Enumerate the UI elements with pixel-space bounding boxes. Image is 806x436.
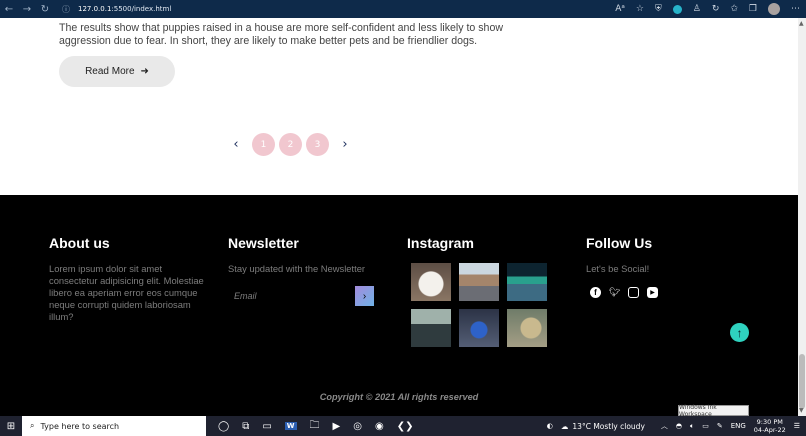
volume-icon[interactable]: 🔈︎ (690, 422, 694, 431)
footer-instagram: Instagram (407, 235, 557, 347)
notifications-icon[interactable]: ☰ (794, 422, 800, 430)
media-player-icon[interactable]: ▶ (333, 421, 341, 432)
battery-icon[interactable]: ▭ (702, 422, 709, 430)
edge-icon[interactable]: ◎ (353, 421, 362, 432)
weather-text: 13°C Mostly cloudy (572, 421, 645, 431)
instagram-photo[interactable] (459, 309, 499, 347)
instagram-photo[interactable] (411, 263, 451, 301)
scroll-down-icon[interactable]: ▼ (799, 407, 804, 414)
windows-taskbar: ⊞ ⌕ Type here to search ◯ ⧉ ▭ W 🗀 ▶ ◎ ◉ … (0, 416, 806, 436)
cortana-icon[interactable]: ◯ (218, 421, 229, 432)
page-2-button[interactable]: 2 (279, 133, 302, 156)
arrow-right-icon: ➜ (140, 66, 149, 77)
puzzle-icon[interactable]: ♙ (693, 4, 701, 14)
instagram-title: Instagram (407, 235, 474, 251)
windows-start-icon[interactable]: ⊞ (0, 421, 22, 432)
page-3-button[interactable]: 3 (306, 133, 329, 156)
scrollbar-thumb[interactable] (799, 354, 805, 409)
browser-toolbar: ← → ↻ ⓘ 127.0.0.1:5500/index.html Aᵃ ☆ ⛨… (0, 0, 806, 18)
screen: ← → ↻ ⓘ 127.0.0.1:5500/index.html Aᵃ ☆ ⛨… (0, 0, 806, 436)
instagram-photo[interactable] (459, 263, 499, 301)
pinned-app-icon[interactable]: ▭ (262, 421, 271, 432)
back-icon[interactable]: ← (0, 4, 18, 15)
sync-icon[interactable]: ↻ (712, 4, 720, 14)
chrome-icon[interactable]: ◉ (375, 421, 384, 432)
instagram-photo[interactable] (507, 309, 547, 347)
follow-title: Follow Us (586, 235, 653, 251)
email-field[interactable]: Email (228, 286, 355, 306)
browser-actions: Aᵃ ☆ ⛨ ♙ ↻ ✩ ❐ ⋯ (615, 0, 800, 18)
youtube-icon[interactable]: ▶ (647, 287, 658, 298)
scroll-to-top-button[interactable]: ↑ (730, 323, 749, 342)
instagram-photo[interactable] (507, 263, 547, 301)
chevron-left-icon[interactable]: ‹ (230, 137, 242, 152)
url-host: 127.0.0.1 (78, 5, 112, 13)
twitter-icon[interactable]: 🐦︎ (609, 287, 620, 298)
instagram-icon[interactable] (628, 287, 639, 298)
taskbar-apps: ◯ ⧉ ▭ W 🗀 ▶ ◎ ◉ ❮❯ (218, 418, 413, 435)
collections-icon[interactable]: ❐ (749, 4, 757, 14)
newsletter-form: Email › (228, 286, 388, 306)
article-excerpt: The results show that puppies raised in … (59, 22, 503, 47)
footer-follow: Follow Us Let's be Social! f 🐦︎ ▶ (586, 235, 706, 298)
follow-text: Let's be Social! (586, 263, 650, 274)
newsletter-title: Newsletter (228, 235, 299, 251)
facebook-icon[interactable]: f (590, 287, 601, 298)
extension-icon[interactable] (672, 4, 682, 14)
forward-icon[interactable]: → (18, 4, 36, 15)
site-footer: About us Lorem ipsum dolor sit amet cons… (0, 195, 798, 416)
footer-newsletter: Newsletter Stay updated with the Newslet… (228, 235, 388, 306)
arrow-up-icon: ↑ (736, 325, 743, 340)
chevron-right-icon: › (362, 290, 367, 302)
pagination: ‹ 1 2 3 › (230, 133, 351, 156)
search-placeholder: Type here to search (40, 421, 120, 431)
read-more-button[interactable]: Read More ➜ (59, 56, 175, 87)
favorites-icon[interactable]: ✩ (730, 4, 738, 14)
newsletter-text: Stay updated with the Newsletter (228, 263, 366, 274)
chevron-right-icon[interactable]: › (339, 137, 351, 152)
tray-chevron-icon[interactable]: ︿ (661, 421, 668, 431)
file-explorer-icon[interactable]: 🗀 (310, 418, 320, 435)
read-more-label: Read More (85, 66, 135, 77)
more-menu-icon[interactable]: ⋯ (791, 4, 800, 14)
scroll-up-icon[interactable]: ▲ (799, 20, 804, 27)
pen-workspace-icon[interactable]: ✎ (717, 422, 723, 430)
favorite-star-icon[interactable]: ☆ (636, 4, 644, 14)
word-icon[interactable]: W (284, 422, 297, 430)
weather-widget[interactable]: ☁ 13°C Mostly cloudy (561, 422, 645, 431)
about-text: Lorem ipsum dolor sit amet consectetur a… (49, 263, 204, 322)
language-indicator[interactable]: ENG (731, 422, 746, 430)
refresh-icon[interactable]: ↻ (36, 4, 54, 15)
clock-time: 9:30 PM (756, 418, 783, 426)
social-links: f 🐦︎ ▶ (590, 287, 706, 298)
vscode-icon[interactable]: ❮❯ (397, 421, 414, 432)
search-icon: ⌕ (30, 421, 35, 430)
profile-avatar[interactable] (768, 3, 780, 15)
page-1-button[interactable]: 1 (252, 133, 275, 156)
read-aloud-icon[interactable]: Aᵃ (615, 4, 625, 14)
copyright-text: Copyright © 2021 All rights reserved (319, 392, 479, 402)
about-title: About us (49, 235, 110, 251)
network-icon[interactable]: ◓ (676, 422, 682, 430)
taskbar-search-input[interactable]: ⌕ Type here to search (22, 416, 206, 436)
system-tray: ◐ ☁ 13°C Mostly cloudy ︿ ◓ 🔈︎ ▭ ✎ ENG 9:… (547, 416, 800, 436)
task-view-icon[interactable]: ⧉ (242, 421, 249, 432)
shield-icon[interactable]: ⛨ (655, 4, 662, 14)
clock-date: 04-Apr-22 (753, 426, 786, 434)
footer-about: About us Lorem ipsum dolor sit amet cons… (49, 235, 209, 323)
instagram-gallery (411, 263, 557, 347)
windows-ink-tooltip: Windows Ink Workspace (678, 404, 749, 418)
page-content: The results show that puppies raised in … (0, 18, 798, 416)
info-circle-icon[interactable]: ⓘ (62, 4, 70, 15)
address-bar[interactable]: ⓘ 127.0.0.1:5500/index.html (62, 4, 171, 15)
assistant-icon[interactable]: ◐ (547, 422, 553, 430)
taskbar-clock[interactable]: 9:30 PM 04-Apr-22 (754, 418, 786, 434)
url-path: :5500/index.html (111, 5, 172, 13)
cloud-icon: ☁ (560, 421, 569, 431)
page-scrollbar[interactable]: ▲ ▼ (798, 18, 806, 416)
instagram-photo[interactable] (411, 309, 451, 347)
subscribe-button[interactable]: › (355, 286, 374, 306)
